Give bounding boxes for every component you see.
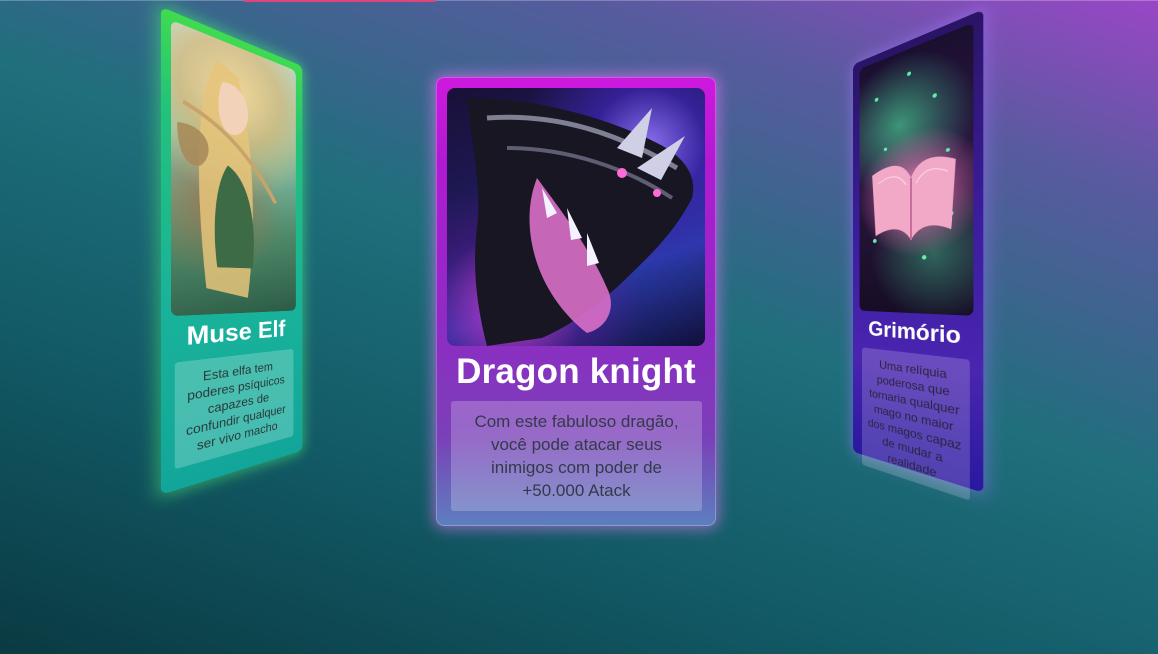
elf-archer-illustration [171,52,296,299]
grimoire-illustration [872,71,956,260]
card-title: Grimório [868,316,961,349]
dragon-illustration [467,98,694,346]
card-description: Esta elfa tem poderes psíquicos capazes … [174,348,294,470]
card-carousel: Muse Elf Esta elfa tem poderes psíquicos… [0,0,1158,654]
card-dragon-knight[interactable]: Dragon knight Com este fabuloso dragão, … [436,77,716,526]
dragon-image [447,88,705,346]
elf-archer-image [171,19,296,317]
card-description: Com este fabuloso dragão, você pode atac… [451,401,702,511]
card-title: Muse Elf [186,316,286,352]
card-grimorio[interactable]: Grimório Uma relíquia poderosa que torna… [853,9,984,501]
grimoire-book-image [859,22,974,316]
card-description: Uma relíquia poderosa que tornaria qualq… [862,347,970,501]
card-muse-elf[interactable]: Muse Elf Esta elfa tem poderes psíquicos… [160,6,303,495]
card-title: Dragon knight [456,352,696,391]
